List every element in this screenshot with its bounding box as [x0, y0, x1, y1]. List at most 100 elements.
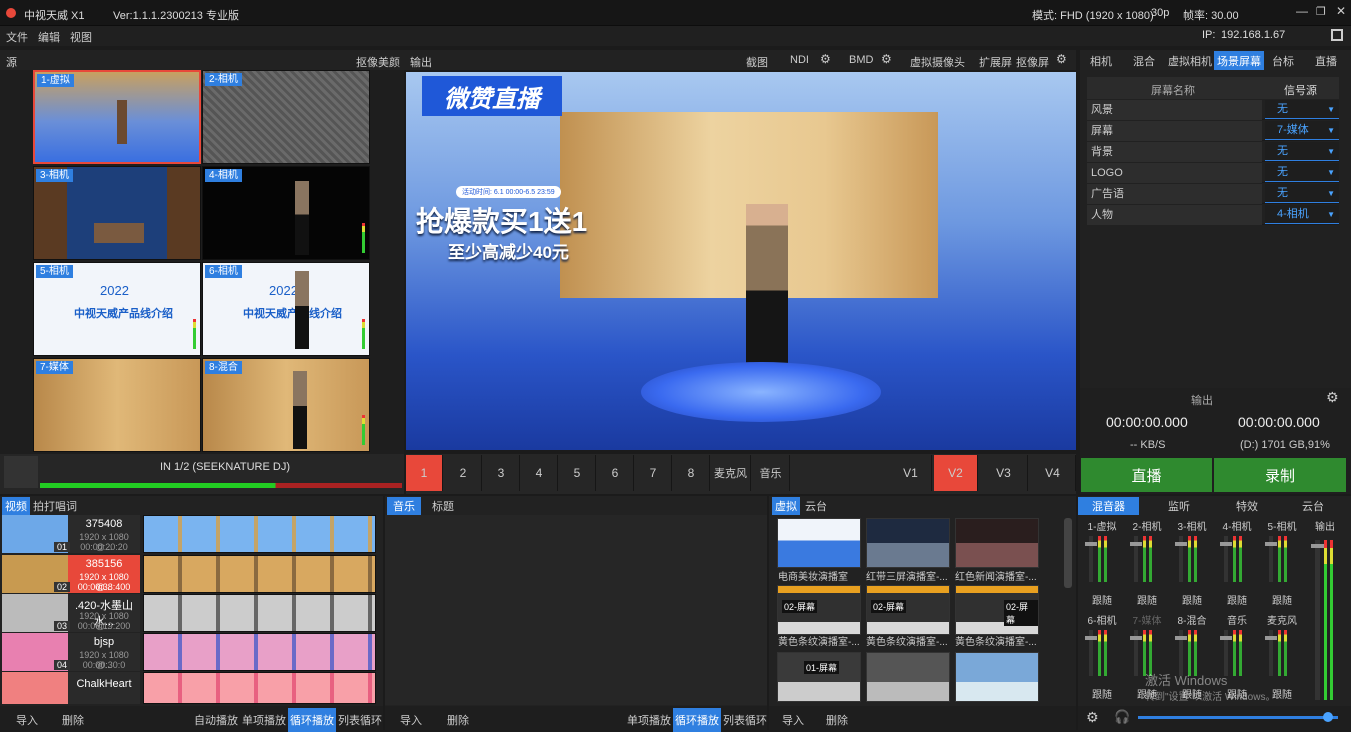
virtual-camera-button[interactable]: 虚拟摄像头: [910, 54, 965, 70]
menu-view[interactable]: 视图: [70, 29, 92, 45]
source-tile-6[interactable]: 6-相机 2022 中视天威产品线介绍: [202, 262, 370, 356]
beauty-button[interactable]: 抠像美颜: [356, 54, 400, 70]
minimize-icon[interactable]: —: [1296, 4, 1308, 18]
switch-button-5[interactable]: 5: [559, 455, 596, 491]
program-preview[interactable]: 微赞直播 活动时间: 6.1 00:00-6.5 23:59 抢爆款买1送1 至…: [406, 72, 1076, 450]
extend-screen-button[interactable]: 扩展屏: [979, 54, 1012, 70]
scene-thumb[interactable]: [866, 652, 950, 702]
tab-virtual-camera[interactable]: 虚拟相机: [1168, 53, 1212, 69]
tab-monitor[interactable]: 监听: [1168, 498, 1190, 514]
layout-icon[interactable]: [1331, 29, 1343, 41]
switch-button-8[interactable]: 8: [673, 455, 710, 491]
close-icon[interactable]: ✕: [1336, 4, 1346, 18]
ndi-button[interactable]: NDI: [790, 54, 809, 66]
tab-title[interactable]: 标题: [432, 498, 454, 514]
tab-effects[interactable]: 特效: [1236, 498, 1258, 514]
record-button[interactable]: 录制: [1214, 458, 1346, 492]
list-loop-button[interactable]: 列表循环: [338, 712, 382, 728]
signal-select[interactable]: 4-相机: [1265, 205, 1339, 224]
switch-button-v1[interactable]: V1: [890, 455, 932, 491]
switch-button-6[interactable]: 6: [597, 455, 634, 491]
source-tile-1[interactable]: 1-虚拟: [33, 70, 201, 164]
loop-play-button[interactable]: 循环播放: [288, 708, 336, 732]
maximize-icon[interactable]: ❐: [1316, 5, 1326, 18]
source-tile-2[interactable]: 2-相机: [202, 70, 370, 164]
follow-button[interactable]: 跟随: [1215, 592, 1259, 607]
follow-button[interactable]: 跟随: [1260, 592, 1304, 607]
source-tile-4[interactable]: 4-相机: [202, 166, 370, 260]
follow-button[interactable]: 跟随: [1125, 592, 1169, 607]
follow-button[interactable]: 跟随: [1170, 592, 1214, 607]
single-play-button[interactable]: 单项播放: [242, 712, 286, 728]
headphone-icon[interactable]: 🎧: [1114, 709, 1130, 725]
signal-select[interactable]: 7-媒体: [1265, 121, 1339, 140]
follow-button[interactable]: 跟随: [1080, 686, 1124, 701]
list-item[interactable]: 375408 1920 x 1080 @... 00:00:20:20 01: [2, 515, 140, 553]
video-import-button[interactable]: 导入: [16, 712, 38, 728]
tab-station-logo[interactable]: 台标: [1272, 53, 1294, 69]
output-fader[interactable]: [1311, 540, 1324, 700]
switch-button-2[interactable]: 2: [445, 455, 482, 491]
tab-virtual[interactable]: 虚拟: [772, 497, 800, 515]
tab-lyrics[interactable]: 拍打唱词: [33, 498, 77, 514]
tab-music[interactable]: 音乐: [387, 497, 421, 515]
tab-scene-screen[interactable]: 场景屏幕: [1214, 51, 1264, 71]
tab-live[interactable]: 直播: [1315, 53, 1337, 69]
ndi-settings-icon[interactable]: ⚙: [820, 52, 831, 66]
scene-thumb[interactable]: 02-屏幕: [866, 585, 950, 635]
scene-thumb[interactable]: 02-屏幕: [777, 585, 861, 635]
tab-video[interactable]: 视频: [2, 497, 30, 515]
list-item[interactable]: .420-水墨山水... 1920 x 1080 @... 00:00:19:200…: [2, 594, 140, 632]
mixer-settings-icon[interactable]: ⚙: [1086, 709, 1099, 726]
tab-mix[interactable]: 混合: [1133, 53, 1155, 69]
scene-thumb[interactable]: [955, 518, 1039, 568]
screenshot-button[interactable]: 截图: [746, 54, 768, 70]
music-single-play-button[interactable]: 单项播放: [627, 712, 671, 728]
music-import-button[interactable]: 导入: [400, 712, 422, 728]
list-item[interactable]: bjsp 1920 x 1080 @... 00:00:30:0 04: [2, 633, 140, 671]
master-volume-slider[interactable]: [1138, 712, 1338, 722]
music-delete-button[interactable]: 删除: [447, 712, 469, 728]
key-screen-button[interactable]: 抠像屏: [1016, 54, 1049, 70]
list-item[interactable]: ChalkHeart: [2, 672, 140, 704]
bmd-settings-icon[interactable]: ⚙: [881, 52, 892, 66]
switch-button-v2[interactable]: V2: [934, 455, 978, 491]
switch-button-v3[interactable]: V3: [980, 455, 1028, 491]
auto-play-button[interactable]: 自动播放: [194, 712, 238, 728]
scene-thumb[interactable]: 01-屏幕: [777, 652, 861, 702]
switch-button-1[interactable]: 1: [406, 455, 443, 491]
tab-mixer[interactable]: 混音器: [1078, 497, 1139, 515]
video-delete-button[interactable]: 删除: [62, 712, 84, 728]
source-tile-8[interactable]: 8-混合: [202, 358, 370, 452]
virtual-import-button[interactable]: 导入: [782, 712, 804, 728]
signal-select[interactable]: 无: [1265, 100, 1339, 119]
volume-knob[interactable]: [1323, 712, 1333, 722]
switch-button-3[interactable]: 3: [483, 455, 520, 491]
switch-button-7[interactable]: 7: [635, 455, 672, 491]
signal-select[interactable]: 无: [1265, 184, 1339, 203]
tab-ptz[interactable]: 云台: [805, 498, 827, 514]
menu-edit[interactable]: 编辑: [38, 29, 60, 45]
virtual-scrollbar[interactable]: [1064, 518, 1072, 588]
scene-thumb[interactable]: [955, 652, 1039, 702]
switch-button-v4[interactable]: V4: [1030, 455, 1076, 491]
tab-camera[interactable]: 相机: [1090, 53, 1112, 69]
audio-input-button[interactable]: [4, 456, 38, 488]
switch-button-music[interactable]: 音乐: [752, 455, 790, 491]
menu-file[interactable]: 文件: [6, 29, 28, 45]
virtual-delete-button[interactable]: 删除: [826, 712, 848, 728]
source-tile-7[interactable]: 7-媒体: [33, 358, 201, 452]
source-tile-3[interactable]: 3-相机: [33, 166, 201, 260]
toolbar-settings-icon[interactable]: ⚙: [1056, 52, 1067, 66]
bmd-button[interactable]: BMD: [849, 54, 873, 66]
music-loop-play-button[interactable]: 循环播放: [673, 708, 721, 732]
tab-ptz-mixer[interactable]: 云台: [1302, 498, 1324, 514]
follow-button[interactable]: 跟随: [1080, 592, 1124, 607]
list-item[interactable]: 385156 1920 x 1080 @... 00:00:38:400 02: [2, 555, 140, 593]
switch-button-4[interactable]: 4: [521, 455, 558, 491]
signal-select[interactable]: 无: [1265, 142, 1339, 161]
source-tile-5[interactable]: 5-相机 2022 中视天威产品线介绍: [33, 262, 201, 356]
signal-select[interactable]: 无: [1265, 163, 1339, 182]
scene-thumb[interactable]: [777, 518, 861, 568]
switch-button-mic[interactable]: 麦克风: [711, 455, 751, 491]
